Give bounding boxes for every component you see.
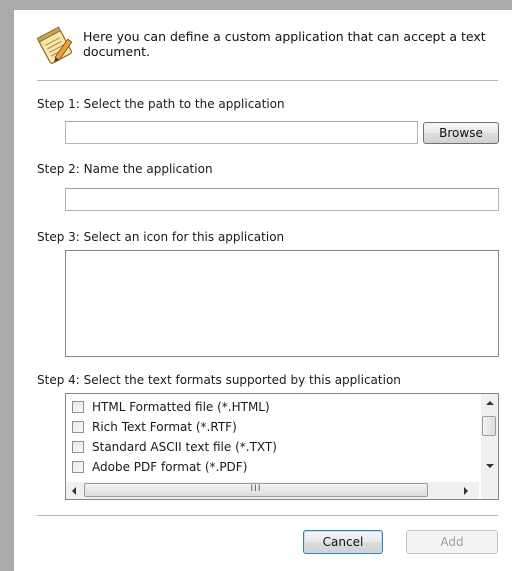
format-item-rtf[interactable]: Rich Text Format (*.RTF) <box>72 418 237 436</box>
footer-divider <box>37 515 498 516</box>
scrollbar-corner <box>481 482 498 499</box>
format-checkbox-html[interactable] <box>72 401 84 413</box>
scroll-right-arrow-icon[interactable] <box>464 487 468 495</box>
format-item-txt[interactable]: Standard ASCII text file (*.TXT) <box>72 438 277 456</box>
scroll-down-arrow-icon[interactable] <box>486 464 494 468</box>
format-checkbox-txt[interactable] <box>72 441 84 453</box>
format-checkbox-rtf[interactable] <box>72 421 84 433</box>
step2-label: Step 2: Name the application <box>37 162 213 176</box>
application-name-field[interactable] <box>65 188 499 211</box>
header-description: Here you can define a custom application… <box>83 29 486 59</box>
scroll-left-arrow-icon[interactable] <box>72 487 76 495</box>
text-formats-list[interactable]: HTML Formatted file (*.HTML) Rich Text F… <box>65 393 499 500</box>
step1-label: Step 1: Select the path to the applicati… <box>37 97 285 111</box>
format-label-html: HTML Formatted file (*.HTML) <box>92 400 270 414</box>
step3-label: Step 3: Select an icon for this applicat… <box>37 230 285 244</box>
horizontal-thumb-grip: III <box>250 484 262 494</box>
format-checkbox-pdf[interactable] <box>72 461 84 473</box>
icon-selection-box[interactable] <box>65 250 499 357</box>
format-label-pdf: Adobe PDF format (*.PDF) <box>92 460 248 474</box>
format-label-rtf: Rich Text Format (*.RTF) <box>92 420 237 434</box>
cancel-button[interactable]: Cancel <box>303 530 383 554</box>
vertical-scrollbar[interactable] <box>481 394 498 482</box>
format-item-html[interactable]: HTML Formatted file (*.HTML) <box>72 398 270 416</box>
application-path-field[interactable] <box>65 121 418 144</box>
format-label-txt: Standard ASCII text file (*.TXT) <box>92 440 277 454</box>
horizontal-scroll-thumb[interactable]: III <box>84 483 428 497</box>
custom-application-dialog: Here you can define a custom application… <box>14 10 512 571</box>
step4-label: Step 4: Select the text formats supporte… <box>37 373 401 387</box>
format-item-pdf[interactable]: Adobe PDF format (*.PDF) <box>72 458 247 476</box>
add-button[interactable]: Add <box>406 530 498 554</box>
scroll-up-arrow-icon[interactable] <box>486 401 494 405</box>
notepad-pen-icon <box>35 26 75 66</box>
browse-button[interactable]: Browse <box>423 122 499 144</box>
vertical-scroll-thumb[interactable] <box>482 416 496 436</box>
horizontal-scrollbar[interactable]: III <box>66 482 479 499</box>
header-divider <box>37 80 498 81</box>
